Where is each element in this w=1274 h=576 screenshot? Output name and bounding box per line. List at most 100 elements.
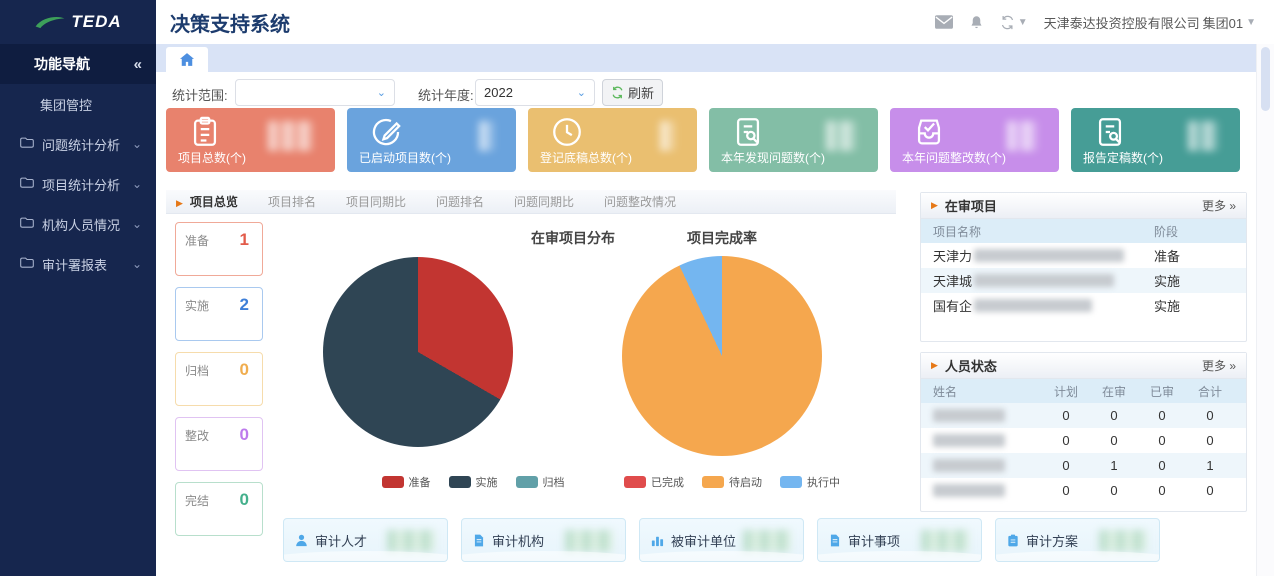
personnel-table-header: 姓名 计划 在审 已审 合计 bbox=[921, 379, 1246, 403]
legend-item-已完成[interactable]: 已完成 bbox=[624, 474, 684, 490]
tab-问题排名[interactable]: 问题排名 bbox=[436, 193, 484, 210]
project-name-prefix: 天津城 bbox=[933, 271, 972, 290]
tab-home[interactable] bbox=[166, 47, 208, 72]
folder-icon bbox=[20, 257, 34, 272]
personnel-count: 1 bbox=[1090, 458, 1138, 473]
stat-card-value-redacted bbox=[660, 121, 675, 151]
stat-card-label: 登记底稿总数(个) bbox=[540, 149, 632, 166]
scope-select[interactable]: ⌄ bbox=[235, 79, 395, 106]
legend-item-实施[interactable]: 实施 bbox=[449, 474, 498, 490]
sidebar-item-集团管控[interactable]: 集团管控⌄ bbox=[0, 84, 156, 124]
account-dropdown[interactable]: 天津泰达投资控股有限公司 集团01 ▼ bbox=[1044, 13, 1256, 32]
sidebar-items: 集团管控⌄问题统计分析⌄项目统计分析⌄机构人员情况⌄审计署报表⌄ bbox=[0, 84, 156, 284]
tab-项目总览[interactable]: 项目总览 bbox=[176, 193, 238, 210]
personnel-row[interactable]: 0000 bbox=[921, 428, 1246, 453]
legend-item-归档[interactable]: 归档 bbox=[516, 474, 565, 490]
project-name: 天津力 bbox=[933, 246, 1154, 265]
pie-chart-project-distribution[interactable] bbox=[323, 257, 513, 447]
document-icon bbox=[472, 533, 486, 548]
more-link[interactable]: 更多 » bbox=[1202, 197, 1236, 214]
bell-icon[interactable] bbox=[969, 14, 984, 31]
page-title: 决策支持系统 bbox=[170, 8, 290, 37]
personnel-row[interactable]: 0000 bbox=[921, 403, 1246, 428]
stat-card-项目总数(个)[interactable]: 项目总数(个) bbox=[166, 108, 335, 172]
sidebar-item-问题统计分析[interactable]: 问题统计分析⌄ bbox=[0, 124, 156, 164]
home-icon bbox=[180, 53, 194, 66]
sidebar-item-label: 审计署报表 bbox=[42, 255, 124, 274]
shortcut-button-审计人才[interactable]: 审计人才 bbox=[283, 518, 448, 562]
person-icon bbox=[294, 533, 309, 548]
legend-item-执行中[interactable]: 执行中 bbox=[780, 474, 840, 490]
legend-item-待启动[interactable]: 待启动 bbox=[702, 474, 762, 490]
stat-card-已启动项目数(个)[interactable]: 已启动项目数(个) bbox=[347, 108, 516, 172]
refresh-icon bbox=[611, 86, 624, 99]
project-row[interactable]: 天津力 准备 bbox=[921, 243, 1246, 268]
tab-bar bbox=[156, 44, 1256, 72]
tab-项目同期比[interactable]: 项目同期比 bbox=[346, 193, 406, 210]
personnel-count: 0 bbox=[1138, 408, 1186, 423]
projects-table-body: 天津力 准备天津城实施国有企实施 bbox=[921, 243, 1246, 318]
tab-问题同期比[interactable]: 问题同期比 bbox=[514, 193, 574, 210]
logo-text: TEDA bbox=[71, 12, 121, 32]
stat-card-label: 本年问题整改数(个) bbox=[902, 149, 1006, 166]
refresh-dropdown[interactable]: ▼ bbox=[1000, 15, 1028, 30]
sidebar-item-机构人员情况[interactable]: 机构人员情况⌄ bbox=[0, 204, 156, 244]
shortcut-button-审计方案[interactable]: 审计方案 bbox=[995, 518, 1160, 562]
year-label: 统计年度: bbox=[418, 85, 474, 104]
status-box-value: 0 bbox=[240, 490, 249, 510]
sidebar-item-项目统计分析[interactable]: 项目统计分析⌄ bbox=[0, 164, 156, 204]
personnel-count: 0 bbox=[1138, 483, 1186, 498]
scope-label: 统计范围: bbox=[172, 85, 228, 104]
pie-chart-completion-rate[interactable] bbox=[622, 256, 822, 456]
personnel-row[interactable]: 0000 bbox=[921, 478, 1246, 503]
project-stage: 准备 bbox=[1154, 246, 1234, 265]
collapse-sidebar-icon[interactable]: « bbox=[134, 56, 142, 73]
scrollbar[interactable] bbox=[1256, 44, 1274, 576]
stat-card-本年问题整改数(个)[interactable]: 本年问题整改数(个) bbox=[890, 108, 1059, 172]
stat-card-本年发现问题数(个)[interactable]: 本年发现问题数(个) bbox=[709, 108, 878, 172]
project-name-prefix: 天津力 bbox=[933, 246, 972, 265]
project-row[interactable]: 天津城实施 bbox=[921, 268, 1246, 293]
project-name-redacted bbox=[974, 274, 1114, 287]
teda-logo: TEDA bbox=[0, 0, 156, 44]
legend-swatch bbox=[702, 476, 724, 488]
personnel-count: 0 bbox=[1090, 483, 1138, 498]
personnel-count: 0 bbox=[1042, 433, 1090, 448]
more-link[interactable]: 更多 » bbox=[1202, 357, 1236, 374]
stat-card-value-redacted bbox=[1188, 121, 1218, 151]
legend-label: 已完成 bbox=[651, 474, 684, 490]
shortcut-button-被审计单位[interactable]: 被审计单位 bbox=[639, 518, 804, 562]
folder-icon bbox=[20, 177, 34, 192]
overview-tab-strip: 项目总览 项目排名 项目同期比 问题排名 问题同期比 问题整改情况 bbox=[166, 190, 896, 214]
stat-card-登记底稿总数(个)[interactable]: 登记底稿总数(个) bbox=[528, 108, 697, 172]
stat-card-label: 已启动项目数(个) bbox=[359, 149, 451, 166]
project-name: 国有企 bbox=[933, 296, 1154, 315]
tab-项目排名[interactable]: 项目排名 bbox=[268, 193, 316, 210]
stat-card-报告定稿数(个)[interactable]: 报告定稿数(个) bbox=[1071, 108, 1240, 172]
clipboard-icon bbox=[1006, 533, 1020, 548]
personnel-name bbox=[933, 484, 1042, 497]
chevron-down-icon: ⌄ bbox=[377, 86, 386, 99]
sidebar-item-审计署报表[interactable]: 审计署报表⌄ bbox=[0, 244, 156, 284]
status-box-准备: 准备1 bbox=[175, 222, 263, 276]
shortcut-button-审计事项[interactable]: 审计事项 bbox=[817, 518, 982, 562]
doc-tool-icon bbox=[1093, 115, 1127, 149]
decision-support-dashboard: TEDA 功能导航 « 集团管控⌄问题统计分析⌄项目统计分析⌄机构人员情况⌄审计… bbox=[0, 0, 1274, 576]
legend-label: 待启动 bbox=[729, 474, 762, 490]
doc-search-icon bbox=[731, 115, 765, 149]
legend-item-准备[interactable]: 准备 bbox=[382, 474, 431, 490]
stat-cards-row: 项目总数(个) 已启动项目数(个) 登记底稿总数(个) 本年发现问题数(个) 本年问题整… bbox=[166, 108, 1240, 172]
mail-icon[interactable] bbox=[935, 15, 953, 29]
year-select[interactable]: 2022 ⌄ bbox=[475, 79, 595, 106]
personnel-name-redacted bbox=[933, 484, 1005, 497]
project-row[interactable]: 国有企实施 bbox=[921, 293, 1246, 318]
scrollbar-thumb[interactable] bbox=[1261, 47, 1270, 111]
shortcut-button-审计机构[interactable]: 审计机构 bbox=[461, 518, 626, 562]
bottom-shortcut-row: 审计人才审计机构被审计单位审计事项审计方案 bbox=[283, 518, 1160, 562]
stat-card-label: 项目总数(个) bbox=[178, 149, 246, 166]
personnel-table-body: 0000000001010000 bbox=[921, 403, 1246, 503]
refresh-button[interactable]: 刷新 bbox=[602, 79, 663, 106]
status-box-label: 准备 bbox=[185, 232, 209, 249]
personnel-row[interactable]: 0101 bbox=[921, 453, 1246, 478]
tab-问题整改情况[interactable]: 问题整改情况 bbox=[604, 193, 676, 210]
